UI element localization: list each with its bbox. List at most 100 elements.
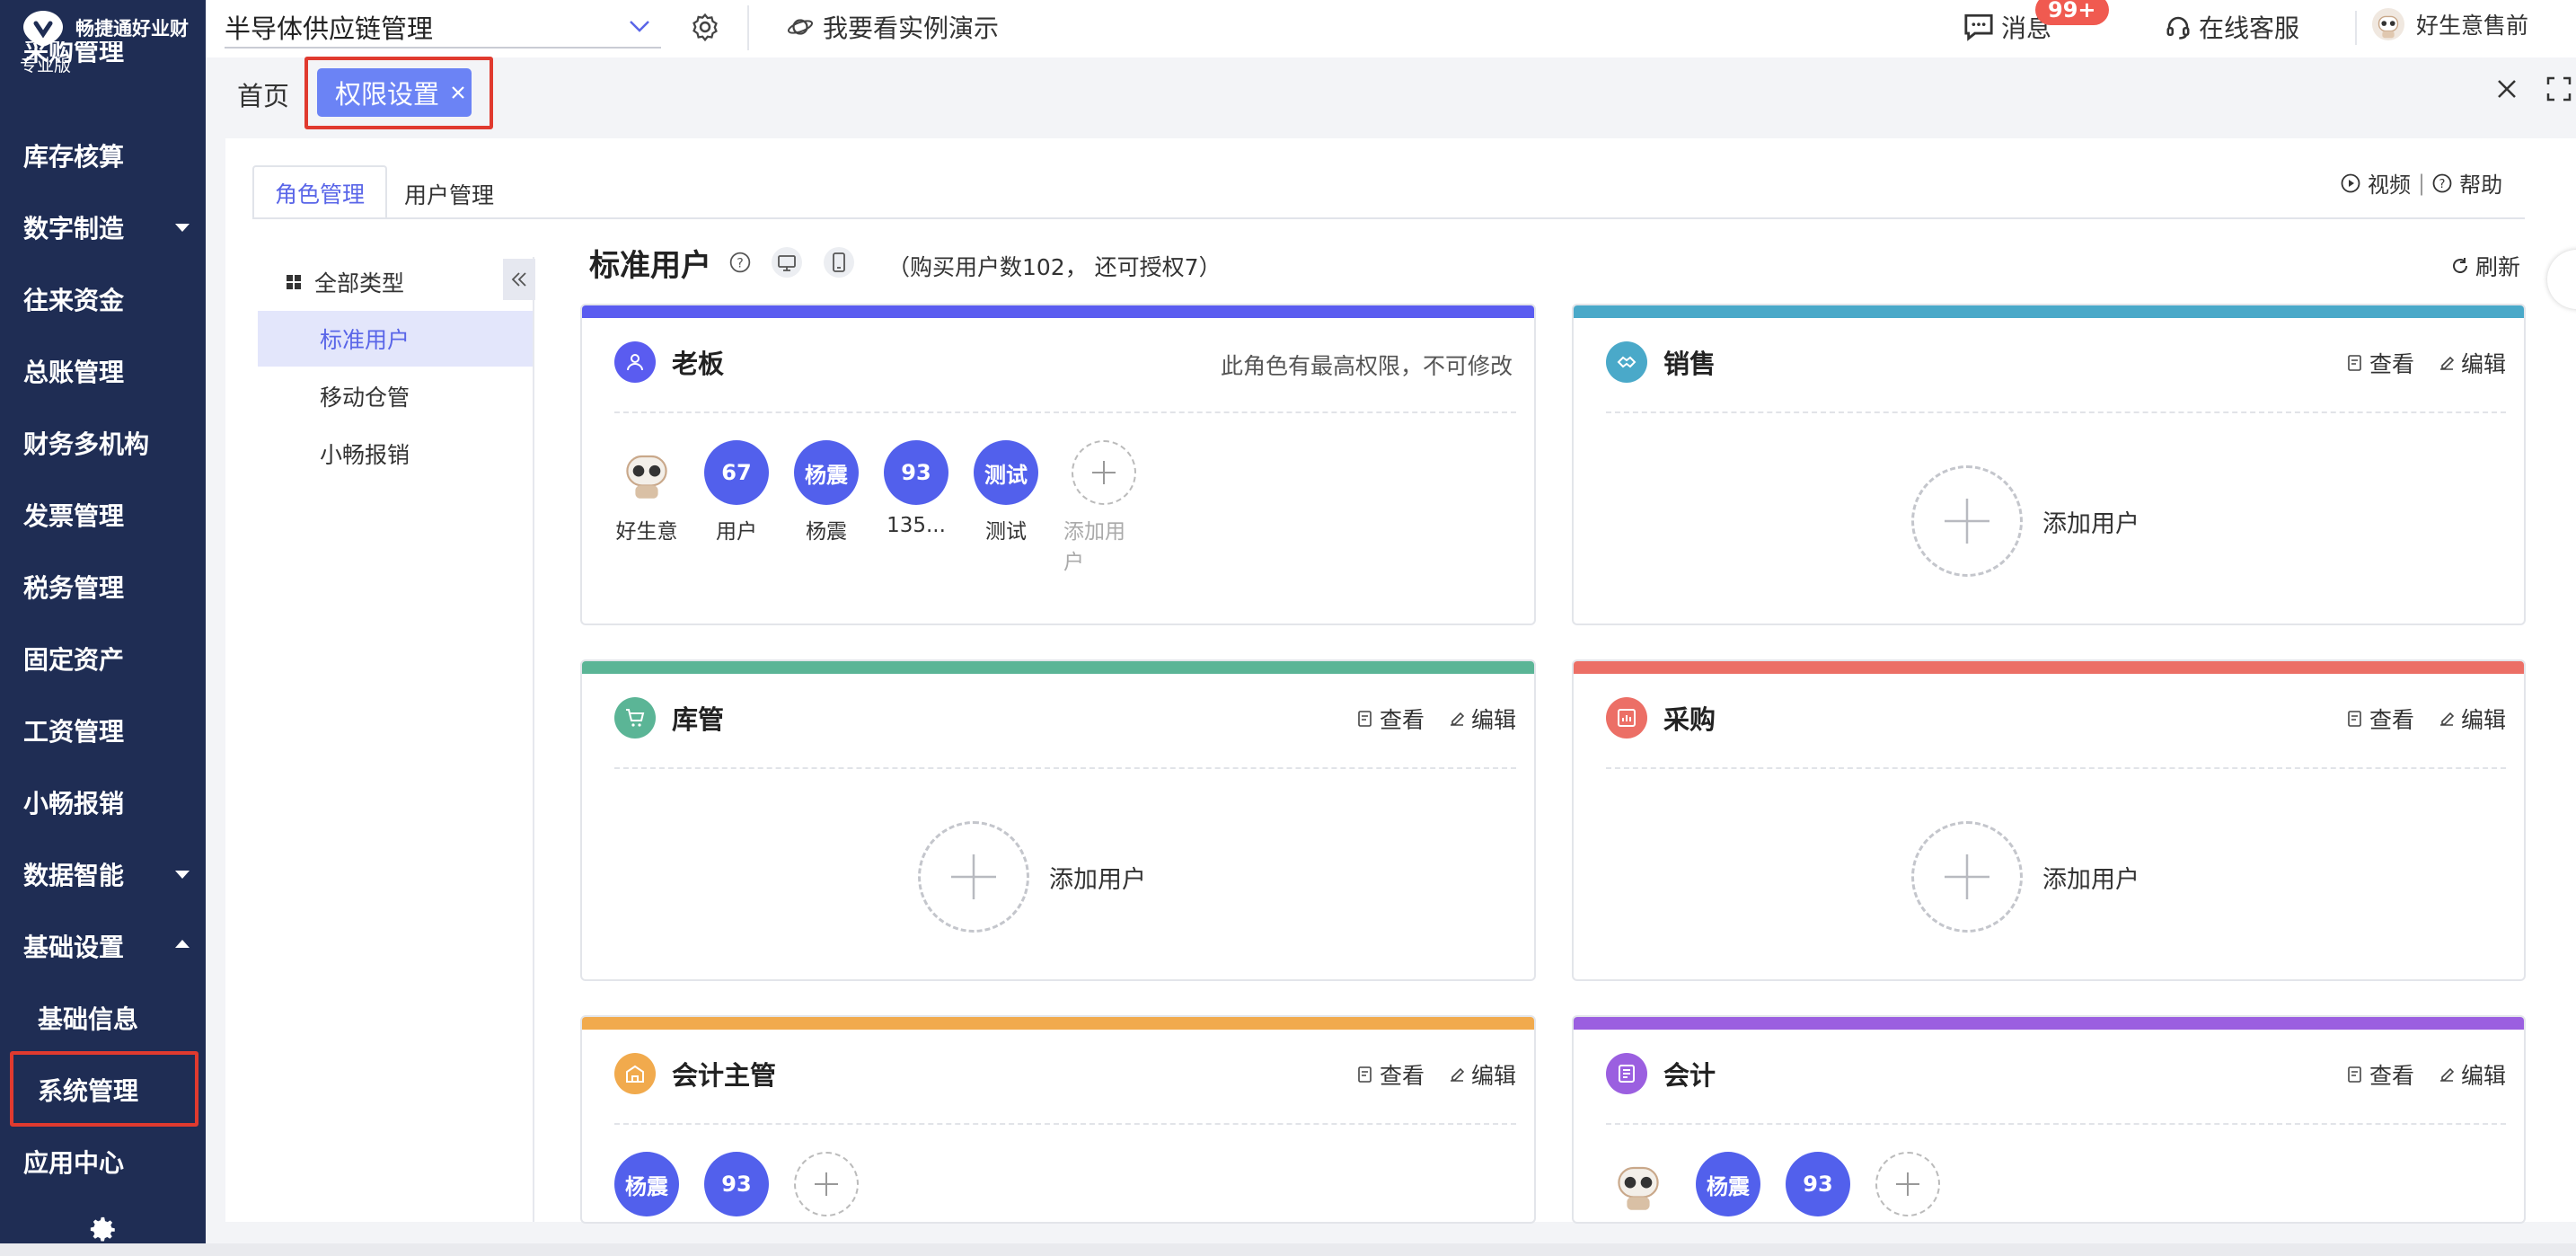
- svg-text:?: ?: [737, 256, 744, 270]
- sidebar-item-app-center[interactable]: 应用中心: [0, 1126, 206, 1198]
- sidebar-item-inventory[interactable]: 库存核算: [0, 119, 206, 191]
- user-menu[interactable]: 好生意售前: [2371, 7, 2528, 41]
- desktop-icon[interactable]: [771, 246, 803, 279]
- view-button[interactable]: 查看: [1356, 1058, 1425, 1091]
- role-card-boss: 老板 此角色有最高权限，不可修改 好生意 67 用户 杨震 杨震 93 135... …: [582, 305, 1534, 624]
- sidebar-item-payroll[interactable]: 工资管理: [0, 694, 206, 766]
- add-user-button[interactable]: 添加用户: [1911, 821, 2139, 933]
- document-icon: [1358, 1066, 1372, 1083]
- chevron-down-icon[interactable]: [629, 20, 650, 32]
- divider: [747, 5, 749, 50]
- sidebar-item-manufacturing[interactable]: 数字制造: [0, 191, 206, 263]
- tab-home[interactable]: 首页: [237, 75, 289, 113]
- close-icon[interactable]: [2493, 75, 2520, 102]
- add-user-button[interactable]: [794, 1152, 859, 1216]
- sidebar-item-funds[interactable]: 往来资金: [0, 263, 206, 335]
- card-color-bar: [582, 1017, 1534, 1030]
- add-user-button[interactable]: [1875, 1152, 1940, 1216]
- divider: [614, 767, 1516, 769]
- member[interactable]: 杨震 杨震: [794, 440, 859, 575]
- edit-button[interactable]: 编辑: [2438, 703, 2506, 735]
- edit-button[interactable]: 编辑: [2438, 347, 2506, 379]
- plus-icon: [1875, 1152, 1940, 1216]
- add-user-button[interactable]: 添加用户: [1911, 465, 2139, 577]
- card-actions: 查看 编辑: [2346, 1058, 2506, 1091]
- demo-label: 我要看实例演示: [823, 13, 1000, 43]
- company-select[interactable]: 半导体供应链管理: [225, 7, 661, 49]
- sidebar-item-multi-org[interactable]: 财务多机构: [0, 407, 206, 479]
- sidebar-item-purchase[interactable]: 采购管理: [0, 41, 206, 68]
- help-link[interactable]: 帮助: [2459, 167, 2502, 199]
- role-name: 老板: [672, 349, 725, 379]
- role-type-expense[interactable]: 小畅报销: [258, 426, 533, 482]
- title-icons: ?: [729, 246, 855, 279]
- sidebar-item-fixed-assets[interactable]: 固定资产: [0, 623, 206, 694]
- role-note: 此角色有最高权限，不可修改: [1220, 353, 1513, 379]
- card-header: 会计: [1606, 1053, 1716, 1094]
- all-types[interactable]: 全部类型: [286, 266, 404, 298]
- member-list: 杨震 93: [1606, 1152, 1940, 1216]
- edit-icon: [2439, 1067, 2455, 1082]
- avatar: 67: [704, 440, 769, 505]
- double-chevron-left-icon: [511, 272, 526, 287]
- add-user-button[interactable]: 添加用户: [1063, 440, 1144, 575]
- collapse-button[interactable]: [503, 259, 535, 300]
- sidebar-item-label: 数字制造: [23, 214, 125, 243]
- member[interactable]: 93: [1786, 1152, 1850, 1216]
- member[interactable]: 测试 测试: [974, 440, 1038, 575]
- mobile-icon[interactable]: [823, 246, 855, 279]
- building-icon: [614, 1053, 656, 1094]
- horizontal-scrollbar[interactable]: [0, 1243, 2576, 1256]
- member[interactable]: 杨震: [614, 1152, 679, 1216]
- avatar: 测试: [974, 440, 1038, 505]
- view-button[interactable]: 查看: [2346, 347, 2414, 379]
- video-link[interactable]: 视频: [2368, 167, 2411, 199]
- add-user-button[interactable]: 添加用户: [918, 821, 1146, 933]
- sidebar-item-basic-settings[interactable]: 基础设置: [0, 910, 206, 982]
- edit-icon: [2439, 356, 2455, 370]
- card-header: 库管: [614, 697, 724, 739]
- sidebar-item-invoice[interactable]: 发票管理: [0, 479, 206, 551]
- edit-button[interactable]: 编辑: [2438, 1058, 2506, 1091]
- divider: [252, 217, 2525, 219]
- view-button[interactable]: 查看: [2346, 703, 2414, 735]
- fullscreen-icon[interactable]: [2545, 75, 2572, 102]
- member[interactable]: 93 135...: [884, 440, 948, 575]
- chart-icon: [1606, 697, 1647, 739]
- member[interactable]: [1606, 1152, 1671, 1216]
- card-actions: 查看 编辑: [2346, 703, 2506, 735]
- edit-button[interactable]: 编辑: [1448, 1058, 1516, 1091]
- sidebar-item-ledger[interactable]: 总账管理: [0, 335, 206, 407]
- handshake-icon: [1606, 341, 1647, 383]
- settings-icon[interactable]: [690, 12, 720, 42]
- robot-avatar-icon: [2371, 7, 2405, 41]
- role-type-mobile-warehouse[interactable]: 移动仓管: [258, 368, 533, 424]
- gear-icon[interactable]: [88, 1215, 119, 1245]
- role-type-standard[interactable]: 标准用户: [258, 311, 533, 367]
- logo-text: 畅捷通好业财: [75, 18, 189, 40]
- demo-link[interactable]: 我要看实例演示: [787, 9, 999, 45]
- view-button[interactable]: 查看: [2346, 1058, 2414, 1091]
- member[interactable]: 93: [704, 1152, 769, 1216]
- member[interactable]: 67 用户: [704, 440, 769, 575]
- tab-user-management[interactable]: 用户管理: [404, 178, 494, 210]
- help-icon[interactable]: ?: [729, 252, 751, 273]
- online-service-button[interactable]: 在线客服: [2165, 9, 2299, 45]
- card-color-bar: [1574, 1017, 2524, 1030]
- sidebar-item-tax[interactable]: 税务管理: [0, 551, 206, 623]
- member[interactable]: 好生意: [614, 440, 679, 575]
- highlight-box: [304, 57, 493, 129]
- member[interactable]: 杨震: [1696, 1152, 1760, 1216]
- card-color-bar: [582, 661, 1534, 674]
- tab-role-management[interactable]: 角色管理: [252, 165, 387, 219]
- help-icon: ?: [2432, 173, 2452, 192]
- edit-button[interactable]: 编辑: [1448, 703, 1516, 735]
- highlight-box: [10, 1051, 198, 1127]
- sidebar-item-data-intelligence[interactable]: 数据智能: [0, 838, 206, 910]
- refresh-button[interactable]: 刷新: [2450, 250, 2520, 282]
- role-card-sales: 销售 查看 编辑 添加用户: [1574, 305, 2524, 624]
- sidebar-item-basic-info[interactable]: 基础信息: [0, 982, 206, 1054]
- view-button[interactable]: 查看: [1356, 703, 1425, 735]
- card-header: 采购: [1606, 697, 1716, 739]
- sidebar-item-expense[interactable]: 小畅报销: [0, 766, 206, 838]
